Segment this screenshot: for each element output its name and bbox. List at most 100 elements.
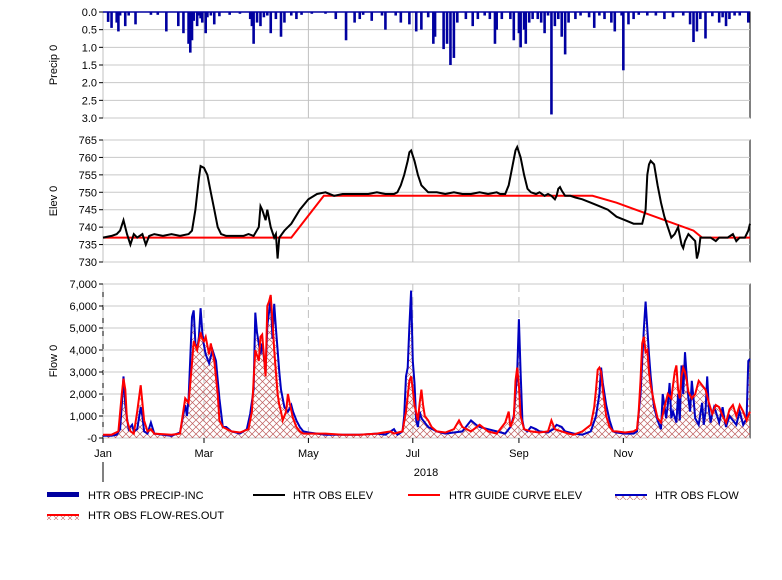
precip-bar <box>550 12 553 115</box>
legend-label-elev: HTR OBS ELEV <box>293 490 374 502</box>
precip-bar <box>110 12 113 28</box>
precip-bar <box>358 12 362 20</box>
precip-bar <box>695 12 699 32</box>
precip-bar <box>182 12 185 34</box>
precip-bar <box>177 12 180 27</box>
precip-bar <box>556 12 560 20</box>
precip-bar <box>206 12 209 18</box>
precip-bar <box>519 12 522 48</box>
precip-bar <box>433 12 437 37</box>
precip-bar <box>279 12 283 37</box>
precip-ytick-label: 1.5 <box>82 60 97 72</box>
precip-bar <box>536 12 540 20</box>
precip-bar <box>717 12 721 23</box>
legend-item-guide: HTR GUIDE CURVE ELEV <box>408 490 583 502</box>
precip-bar <box>426 12 430 18</box>
precip-bar <box>449 12 452 65</box>
precip-bar <box>456 12 459 23</box>
flow-y-tick-labels: -0 1,000 2,000 3,000 4,000 5,000 6,000 7,000 <box>69 279 103 445</box>
precip-bar <box>452 12 456 58</box>
precip-bar <box>543 12 546 34</box>
flow-ytick-label: -0 <box>87 433 97 445</box>
legend-swatch-precip <box>47 492 79 497</box>
precip-bar <box>476 12 480 20</box>
flow-ytick-label: 2,000 <box>69 389 97 401</box>
precip-bar <box>274 12 278 20</box>
elev-plot-area <box>102 139 751 263</box>
precip-bar <box>353 12 356 23</box>
precip-bar <box>563 12 567 55</box>
precip-ytick-label: 0.0 <box>82 7 97 19</box>
flow-ytick-label: 4,000 <box>69 345 97 357</box>
precip-bar <box>495 12 498 30</box>
legend-label-resout: HTR OBS FLOW-RES.OUT <box>88 510 224 522</box>
precip-bar <box>603 12 606 20</box>
precip-bar <box>527 12 531 23</box>
flow-ytick-label: 6,000 <box>69 301 97 313</box>
precip-bar <box>610 12 613 23</box>
x-tick-label: May <box>298 448 319 460</box>
precip-y-axis-label: Precip 0 <box>48 45 60 85</box>
precip-bar <box>721 12 724 18</box>
precip-bar <box>414 12 418 32</box>
precip-bar <box>699 12 702 20</box>
precip-bar <box>106 12 110 22</box>
legend-label-precip: HTR OBS PRECIP-INC <box>88 490 204 502</box>
elev-ytick-label: 760 <box>79 152 97 164</box>
precip-bar <box>464 12 468 20</box>
precip-bar <box>283 12 286 23</box>
elev-y-axis-label: Elev 0 <box>48 186 60 217</box>
precip-bar <box>728 12 731 20</box>
precip-bar <box>724 12 728 27</box>
legend-label-guide: HTR GUIDE CURVE ELEV <box>449 490 583 502</box>
x-tick-label: Sep <box>509 448 529 460</box>
elev-panel: 730 735 740 745 750 755 760 765 Elev 0 <box>48 135 751 269</box>
x-tick-label: Nov <box>614 448 634 460</box>
precip-bar <box>500 12 504 20</box>
precip-bar <box>539 12 543 23</box>
precip-bar <box>259 12 262 27</box>
elev-y-tick-labels: 730 735 740 745 750 755 760 765 <box>79 135 103 269</box>
flow-ytick-label: 7,000 <box>69 279 97 291</box>
precip-bar <box>334 12 338 20</box>
precip-bar <box>212 12 216 25</box>
precip-bar <box>252 12 255 44</box>
elev-ytick-label: 765 <box>79 135 97 147</box>
precip-bar <box>295 12 298 20</box>
precip-bar <box>567 12 570 23</box>
precip-bar <box>134 12 137 25</box>
precip-ytick-label: 1.0 <box>82 42 97 54</box>
precip-bar <box>692 12 695 43</box>
precip-bar <box>509 12 512 20</box>
elev-ytick-label: 730 <box>79 257 97 269</box>
precip-bar <box>399 12 403 23</box>
elev-ytick-label: 755 <box>79 170 97 182</box>
precip-bar <box>671 12 675 18</box>
precip-bar <box>560 12 564 37</box>
precip-bar <box>471 12 475 27</box>
flow-panel: -0 1,000 2,000 3,000 4,000 5,000 6,000 7,000 Fl… <box>48 279 751 445</box>
flow-ytick-label: 5,000 <box>69 323 97 335</box>
x-tick-label: Jul <box>406 448 420 460</box>
legend-label-flow: HTR OBS FLOW <box>655 490 739 502</box>
flow-ytick-label: 3,000 <box>69 367 97 379</box>
precip-bar <box>524 12 528 44</box>
precip-bar <box>192 12 196 21</box>
precip-bar <box>262 12 266 18</box>
precip-bar <box>384 12 387 30</box>
precip-bar <box>627 12 630 25</box>
precip-y-tick-labels: 0.0 0.5 1.0 1.5 2.0 2.5 3.0 <box>82 7 103 125</box>
legend: HTR OBS PRECIP-INC HTR OBS ELEV HTR GUID… <box>47 490 739 522</box>
elev-ytick-label: 735 <box>79 240 97 252</box>
time-axis: Jan Mar May Jul Sep Nov 2018 <box>94 438 634 482</box>
precip-bar <box>688 12 692 25</box>
x-tick-label: Mar <box>195 448 214 460</box>
precip-bar <box>408 12 411 25</box>
precip-bar <box>269 12 273 34</box>
elev-ytick-label: 750 <box>79 187 97 199</box>
x-tick-marks: Jan Mar May Jul Sep Nov <box>94 438 634 460</box>
precip-bar <box>445 12 449 44</box>
precip-bar <box>574 12 577 20</box>
precip-bar <box>746 12 750 23</box>
precip-bar <box>165 12 168 32</box>
